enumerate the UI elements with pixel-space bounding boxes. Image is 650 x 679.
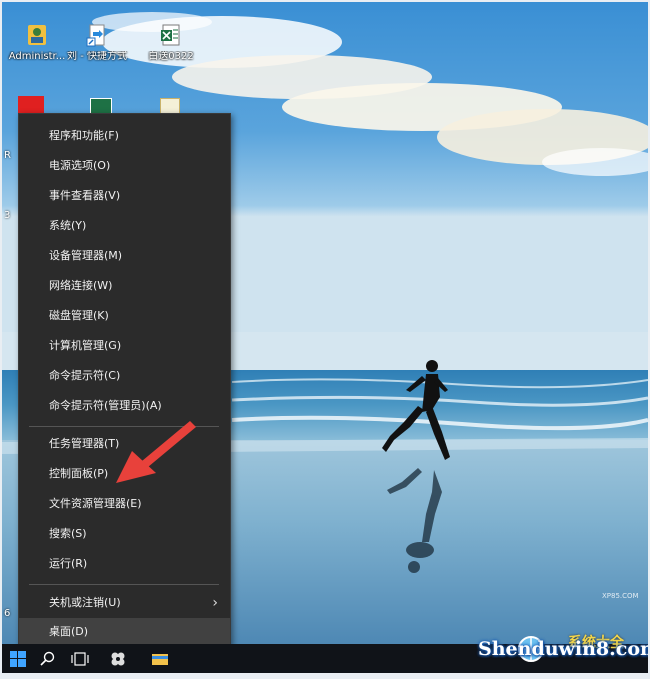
menu-item-system[interactable]: 系统(Y) <box>19 211 230 241</box>
desktop-icon-red-partial[interactable] <box>18 96 44 114</box>
menu-item-label: 任务管理器(T) <box>49 437 120 450</box>
menu-item-device-manager[interactable]: 设备管理器(M) <box>19 241 230 271</box>
menu-item-label: 命令提示符(C) <box>49 369 121 382</box>
menu-item-label: 系统(Y) <box>49 219 87 232</box>
search-button[interactable] <box>32 644 64 673</box>
start-button[interactable] <box>2 644 34 673</box>
menu-item-label: 关机或注销(U) <box>49 596 121 609</box>
shortcut-file-icon <box>86 24 105 47</box>
desktop-partial-label-3: 3 <box>4 210 11 221</box>
arrow-shaft <box>142 421 196 467</box>
menu-item-disk-management[interactable]: 磁盘管理(K) <box>19 301 230 331</box>
menu-item-shutdown-signout[interactable]: 关机或注销(U) › <box>19 588 230 618</box>
search-icon <box>40 651 55 666</box>
desktop-partial-label-r: R <box>4 150 11 161</box>
app-flower-icon <box>111 652 125 666</box>
watermark: 系统大全 Shenduwin8.com <box>476 635 648 666</box>
taskbar-explorer-button[interactable] <box>144 644 176 673</box>
watermark-text: Shenduwin8.com <box>478 638 648 660</box>
menu-item-desktop[interactable]: 桌面(D) <box>19 618 230 645</box>
menu-item-label: 网络连接(W) <box>49 279 113 292</box>
taskbar-app-button[interactable] <box>102 644 134 673</box>
menu-item-label: 桌面(D) <box>49 625 89 638</box>
windows-logo-icon <box>10 651 26 667</box>
desktop-icon-excel[interactable]: 白送0322 <box>136 22 206 63</box>
menu-item-search[interactable]: 搜索(S) <box>19 519 230 549</box>
desktop-icon-label: 白送0322 <box>148 51 194 62</box>
menu-separator <box>29 584 219 585</box>
menu-item-event-viewer[interactable]: 事件查看器(V) <box>19 181 230 211</box>
chevron-right-icon: › <box>212 595 218 611</box>
excel-file-icon <box>161 24 180 46</box>
menu-item-label: 电源选项(O) <box>49 159 111 172</box>
menu-item-label: 事件查看器(V) <box>49 189 121 202</box>
menu-item-label: 计算机管理(G) <box>49 339 122 352</box>
desktop-screen: Administr... 刘 - 快捷方式 白送0322 R 3 6 程序和功能… <box>2 2 648 673</box>
administrator-user-icon <box>28 25 46 45</box>
menu-item-label: 磁盘管理(K) <box>49 309 109 322</box>
menu-item-power-options[interactable]: 电源选项(O) <box>19 151 230 181</box>
menu-item-programs-features[interactable]: 程序和功能(F) <box>19 121 230 151</box>
menu-item-command-prompt[interactable]: 命令提示符(C) <box>19 361 230 391</box>
desktop-partial-label-6: 6 <box>4 608 11 619</box>
task-view-icon <box>71 652 89 666</box>
desktop-icon-label: 刘 - 快捷方式 <box>67 51 127 62</box>
menu-item-label: 运行(R) <box>49 557 88 570</box>
menu-item-label: 程序和功能(F) <box>49 129 119 142</box>
folder-icon <box>152 654 168 665</box>
task-view-button[interactable] <box>64 644 96 673</box>
menu-item-network-connections[interactable]: 网络连接(W) <box>19 271 230 301</box>
menu-item-label: 设备管理器(M) <box>49 249 123 262</box>
menu-item-label: 搜索(S) <box>49 527 87 540</box>
menu-item-file-explorer[interactable]: 文件资源管理器(E) <box>19 489 230 519</box>
menu-item-label: 控制面板(P) <box>49 467 109 480</box>
menu-item-label: 文件资源管理器(E) <box>49 497 142 510</box>
annotation-arrow-icon <box>116 421 196 483</box>
watermark-small: XP85.COM <box>602 592 639 600</box>
menu-item-run[interactable]: 运行(R) <box>19 549 230 579</box>
winx-context-menu: 程序和功能(F) 电源选项(O) 事件查看器(V) 系统(Y) 设备管理器(M)… <box>18 113 231 647</box>
menu-item-computer-management[interactable]: 计算机管理(G) <box>19 331 230 361</box>
desktop-icon-shortcut[interactable]: 刘 - 快捷方式 <box>62 22 132 63</box>
